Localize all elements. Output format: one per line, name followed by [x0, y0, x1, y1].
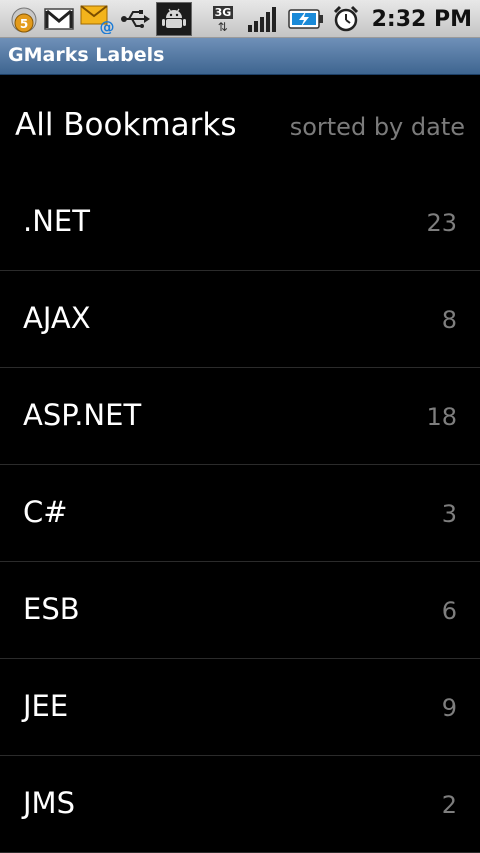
badge-count: 5 — [20, 17, 28, 31]
bookmark-count: 6 — [441, 597, 457, 625]
notification-icons: 5 @ — [10, 2, 192, 36]
label-name: .NET — [23, 204, 90, 238]
usb-icon — [121, 10, 150, 28]
gmail-icon — [44, 8, 74, 30]
bookmark-count: 8 — [441, 306, 457, 334]
all-bookmarks-header[interactable]: All Bookmarks sorted by date — [0, 76, 480, 174]
system-icons: 3G ⇅ 2:32 PM — [212, 0, 472, 38]
list-item[interactable]: C# 3 — [0, 465, 480, 562]
app-title: GMarks Labels — [8, 44, 165, 66]
label-name: JEE — [23, 689, 69, 723]
list-item[interactable]: ESB 6 — [0, 562, 480, 659]
label-name: JMS — [23, 786, 75, 820]
bookmark-count: 23 — [426, 209, 457, 237]
sort-order-label: sorted by date — [289, 113, 465, 141]
list-item[interactable]: .NET 23 — [0, 174, 480, 271]
battery-charging-icon — [287, 9, 323, 29]
list-item[interactable]: JMS 2 — [0, 756, 480, 853]
network-type: 3G — [212, 6, 234, 19]
alarm-icon — [333, 5, 358, 32]
bookmark-count: 18 — [426, 403, 457, 431]
label-name: ESB — [23, 592, 80, 626]
label-name: C# — [23, 495, 68, 529]
clock: 2:32 PM — [371, 6, 472, 32]
bookmark-count: 2 — [441, 791, 457, 819]
svg-text:@: @ — [100, 18, 115, 34]
list-item[interactable]: JEE 9 — [0, 659, 480, 756]
all-bookmarks-label: All Bookmarks — [15, 107, 237, 143]
label-list: .NET 23 AJAX 8 ASP.NET 18 C# 3 ESB 6 JEE… — [0, 174, 480, 853]
android-debug-icon — [156, 2, 192, 36]
3g-data-icon: 3G ⇅ — [212, 6, 234, 34]
label-name: AJAX — [23, 301, 91, 335]
label-name: ASP.NET — [23, 398, 142, 432]
bookmark-count: 9 — [441, 694, 457, 722]
notification-badge-icon: 5 — [11, 7, 37, 33]
signal-icon — [247, 7, 276, 32]
status-bar: 5 @ 3G ⇅ 2:32 PM — [0, 0, 480, 38]
title-bar: GMarks Labels — [0, 38, 480, 75]
list-item[interactable]: AJAX 8 — [0, 271, 480, 368]
bookmark-count: 3 — [441, 500, 457, 528]
list-item[interactable]: ASP.NET 18 — [0, 368, 480, 465]
email-icon: @ — [80, 5, 115, 34]
